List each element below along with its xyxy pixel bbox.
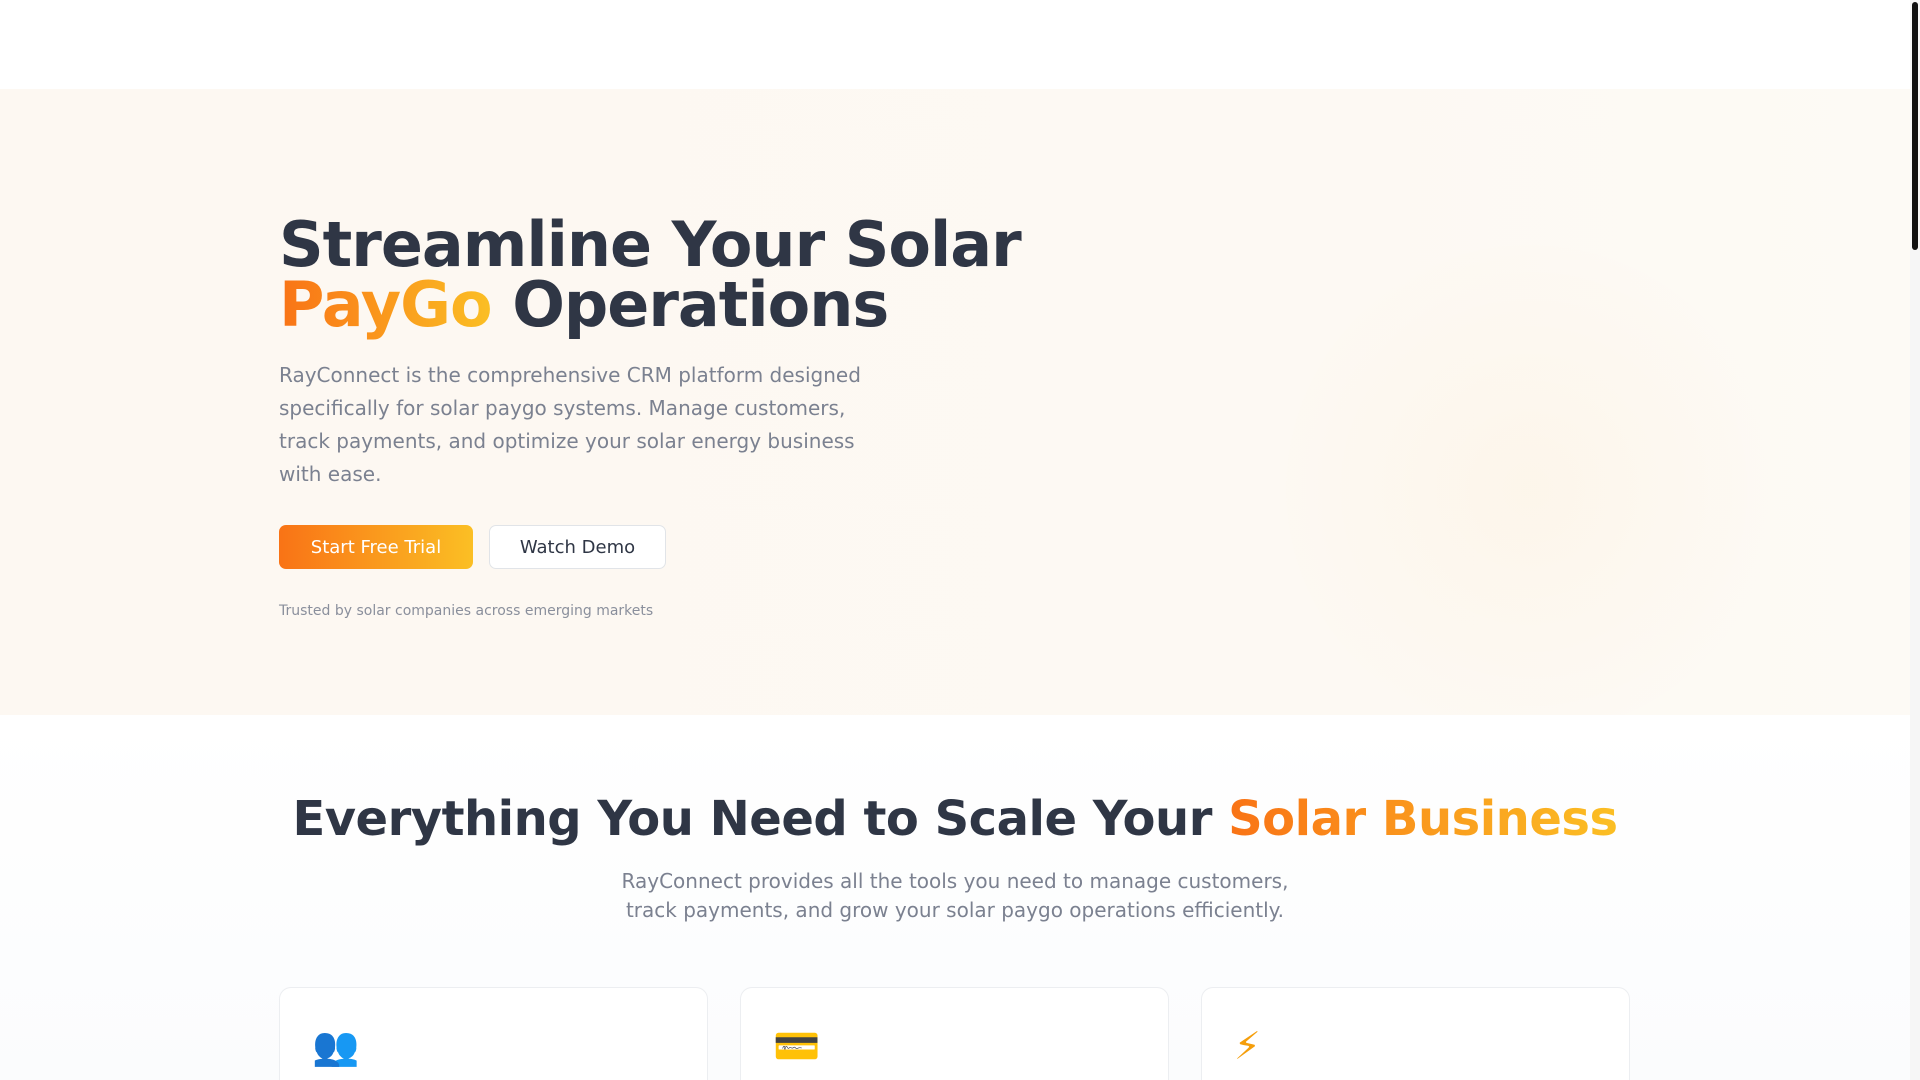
top-navigation-bar [0, 0, 1910, 89]
feature-cards: 👥 💳 ⚡ [279, 987, 1630, 1080]
watch-demo-button[interactable]: Watch Demo [489, 525, 666, 569]
hero-title-accent: PayGo [279, 268, 493, 341]
hero-title: Streamline Your Solar PayGo Operations [279, 214, 1022, 336]
lightning-bolt-icon: ⚡ [1234, 1024, 1261, 1068]
feature-card-energy: ⚡ [1201, 987, 1630, 1080]
hero-subtitle: RayConnect is the comprehensive CRM plat… [279, 363, 861, 486]
hero-section: Streamline Your Solar PayGo Operations R… [0, 89, 1910, 715]
features-subtitle: RayConnect provides all the tools you ne… [621, 869, 1289, 922]
feature-card-payments: 💳 [740, 987, 1169, 1080]
start-free-trial-button[interactable]: Start Free Trial [279, 525, 473, 569]
hero-content: Streamline Your Solar PayGo Operations R… [279, 214, 1022, 619]
feature-card-customers: 👥 [279, 987, 708, 1080]
page-scrollbar[interactable] [1910, 0, 1920, 1080]
page: Streamline Your Solar PayGo Operations R… [0, 0, 1920, 1080]
features-title-main: Everything You Need to Scale Your [292, 791, 1229, 847]
features-section: Everything You Need to Scale Your Solar … [0, 715, 1910, 1080]
scrollbar-thumb[interactable] [1912, 2, 1918, 250]
trusted-by-text: Trusted by solar companies across emergi… [279, 603, 654, 619]
features-title: Everything You Need to Scale Your Solar … [0, 791, 1910, 847]
credit-card-icon: 💳 [773, 1024, 821, 1068]
features-title-accent: Solar Business [1228, 791, 1618, 847]
hero-title-rest: Operations [491, 268, 889, 341]
users-icon: 👥 [312, 1024, 360, 1068]
hero-background-glow [1270, 229, 1790, 715]
hero-cta-group: Start Free Trial Watch Demo [279, 525, 979, 569]
